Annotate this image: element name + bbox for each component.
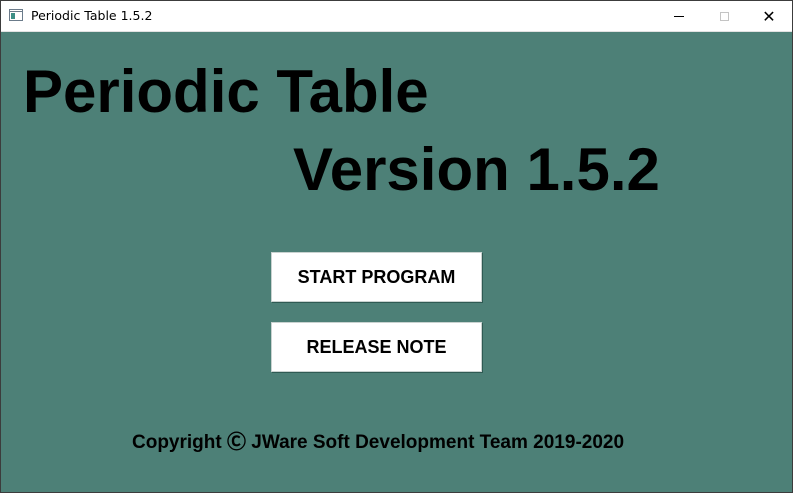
app-window-icon [9,9,23,21]
copyright-text: Copyright Ⓒ JWare Soft Development Team … [132,432,625,453]
window-title: Periodic Table 1.5.2 [31,8,153,23]
start-program-button[interactable]: START PROGRAM [271,252,482,302]
maximize-icon [719,11,729,21]
minimize-icon [674,15,684,17]
title-bar[interactable]: Periodic Table 1.5.2 ✕ [1,1,792,32]
app-window: Periodic Table 1.5.2 ✕ Periodic Table Ve… [0,0,793,493]
version-heading: Version 1.5.2 [293,136,660,203]
close-icon: ✕ [762,6,776,26]
minimize-button[interactable] [656,1,702,31]
title-heading: Periodic Table [23,58,429,125]
close-button[interactable]: ✕ [746,1,792,31]
maximize-button[interactable] [701,1,747,31]
release-note-button[interactable]: RELEASE NOTE [271,322,482,372]
